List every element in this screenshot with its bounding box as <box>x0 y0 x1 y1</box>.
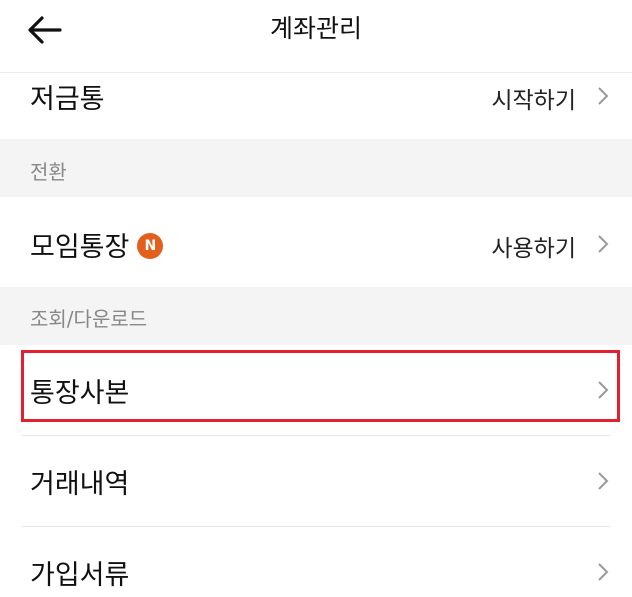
group-account-label-wrap: 모임통장 N <box>30 225 164 264</box>
transactions-label: 거래내역 <box>30 469 130 500</box>
transactions-row[interactable]: 거래내역 <box>0 436 632 526</box>
top-app-bar: 계좌관리 <box>0 0 632 73</box>
savings-action: 시작하기 <box>491 88 576 114</box>
group-account-row[interactable]: 모임통장 N 사용하기 <box>0 197 632 287</box>
documents-row[interactable]: 가입서류 <box>0 527 632 597</box>
section-lookup: 조회/다운로드 <box>0 287 632 345</box>
chevron-right-icon <box>598 87 609 105</box>
chevron-right-icon <box>598 563 609 581</box>
section-switch-label: 전환 <box>30 160 67 184</box>
section-switch: 전환 <box>0 139 632 197</box>
documents-label: 가입서류 <box>30 560 130 591</box>
group-account-action: 사용하기 <box>491 236 576 262</box>
chevron-right-icon <box>598 472 609 490</box>
group-account-label: 모임통장 <box>30 232 130 263</box>
section-lookup-label: 조회/다운로드 <box>30 307 148 331</box>
chevron-right-icon <box>598 235 609 253</box>
highlight-box <box>21 350 620 422</box>
page-title: 계좌관리 <box>269 14 362 43</box>
savings-row[interactable]: 저금통 시작하기 <box>0 73 632 139</box>
savings-label: 저금통 <box>30 84 105 115</box>
new-badge: N <box>137 232 164 259</box>
